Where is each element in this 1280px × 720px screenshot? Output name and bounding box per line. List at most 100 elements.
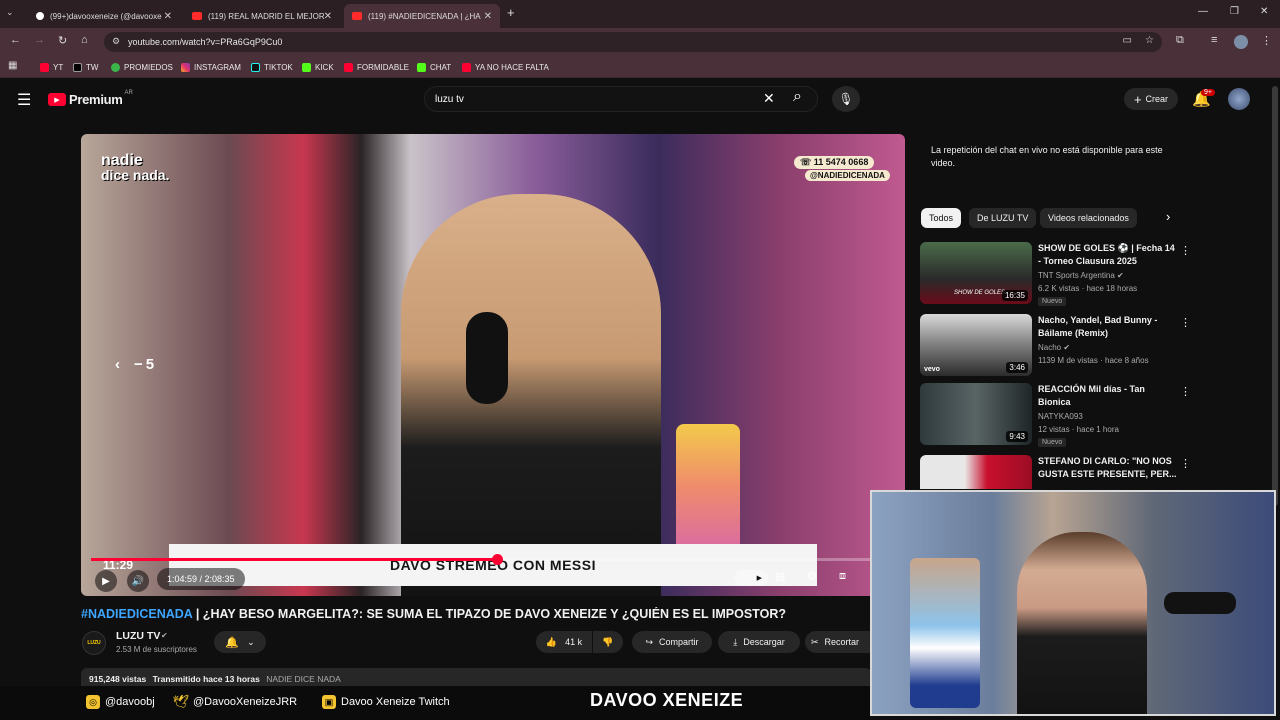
tab-search-icon[interactable]: ⌄ — [6, 7, 14, 18]
install-icon[interactable]: ▭ — [1123, 35, 1132, 46]
browser-tab-3[interactable]: (119) #NADIEDICENADA | ¿HA ✕ — [344, 4, 500, 28]
forward-icon[interactable]: → — [34, 34, 45, 46]
media-icon[interactable]: ≡ — [1211, 34, 1217, 46]
recommendation-item[interactable]: SHOW DE GOLES 16:35 SHOW DE GOLES ⚽ | Fe… — [920, 242, 1191, 306]
video-player[interactable]: nadie dice nada. ☏ 11 5474 0668 @NADIEDI… — [81, 134, 905, 596]
phone-badge: ☏ 11 5474 0668 — [794, 156, 875, 169]
browser-tab-1[interactable]: (99+)davooxeneize (@davooxe ✕ — [28, 4, 180, 28]
search-input[interactable]: luzu tv — [424, 86, 818, 112]
title-hashtag[interactable]: #NADIEDICENADA — [81, 607, 192, 621]
new-tab-button[interactable]: + — [507, 5, 515, 20]
page-scrollbar[interactable] — [1272, 86, 1278, 506]
channel-name[interactable]: LUZU TV — [116, 630, 160, 642]
autoplay-toggle[interactable]: ▶ — [734, 570, 768, 586]
share-button[interactable]: ↪ Compartir — [632, 631, 712, 653]
more-options-icon[interactable]: ⋮ — [1180, 457, 1190, 470]
play-icon[interactable]: ▶ — [95, 570, 117, 592]
menu-kebab-icon[interactable]: ⋮ — [1261, 34, 1272, 47]
streamer-webcam — [870, 490, 1276, 716]
video-title[interactable]: Nacho, Yandel, Bad Bunny - Báilame (Remi… — [1038, 314, 1178, 340]
restore-icon[interactable]: ❐ — [1230, 6, 1239, 17]
more-options-icon[interactable]: ⋮ — [1180, 244, 1191, 257]
chevron-right-icon[interactable]: › — [1166, 209, 1170, 224]
bookmark-kick[interactable]: KICK — [302, 60, 334, 74]
progress-scrubber-handle[interactable] — [492, 554, 504, 565]
settings-gear-icon[interactable]: ⚙ — [807, 569, 818, 583]
progress-track[interactable] — [91, 554, 895, 565]
site-info-icon[interactable]: ⚙ — [112, 36, 120, 47]
chip-from-channel[interactable]: De LUZU TV — [969, 208, 1037, 228]
search-icon[interactable]: ⌕ — [793, 88, 802, 106]
apps-grid-icon[interactable]: ▦ — [8, 60, 17, 71]
kick-icon — [302, 62, 311, 72]
verified-icon: ✔ — [161, 631, 168, 640]
instagram-icon: ◎ — [86, 695, 100, 709]
youtube-icon — [344, 62, 353, 72]
more-options-icon[interactable]: ⋮ — [1180, 385, 1191, 398]
chip-all[interactable]: Todos — [921, 208, 962, 228]
reload-icon[interactable]: ↻ — [58, 34, 67, 47]
recommendation-item[interactable]: vevo 3:46 Nacho, Yandel, Bad Bunny - Bái… — [920, 314, 1191, 378]
channel-avatar[interactable]: LUZU — [82, 631, 106, 655]
download-button[interactable]: ⤓ Descargar — [718, 631, 800, 653]
youtube-icon — [40, 62, 49, 72]
close-tab-icon[interactable]: ✕ — [324, 11, 332, 22]
close-tab-icon[interactable]: ✕ — [164, 11, 172, 22]
bookmark-instagram[interactable]: INSTAGRAM — [181, 60, 241, 74]
miniplayer-icon[interactable]: ⧈ — [839, 570, 846, 583]
bookmark-ya-no-hace-falta[interactable]: YA NO HACE FALTA — [462, 60, 549, 74]
handle-badge: @NADIEDICENADA — [805, 170, 890, 181]
clear-search-icon[interactable]: ✕ — [763, 90, 775, 107]
chip-related[interactable]: Videos relacionados — [1040, 208, 1137, 228]
video-thumbnail[interactable]: 9:43 — [920, 383, 1032, 445]
voice-search-icon[interactable]: 🎙 — [832, 86, 860, 112]
more-options-icon[interactable]: ⋮ — [1180, 316, 1191, 329]
like-button[interactable]: 👍 41 k — [536, 631, 592, 653]
video-title[interactable]: REACCIÓN Mil días - Tan Bionica — [1038, 383, 1178, 409]
youtube-favicon-icon — [352, 12, 362, 20]
chevron-left-icon: ‹ — [115, 356, 120, 373]
bookmark-star-icon[interactable]: ☆ — [1145, 35, 1154, 46]
home-icon[interactable]: ⌂ — [81, 34, 88, 46]
bookmark-tiktok[interactable]: TIKTOK — [251, 60, 293, 74]
create-button[interactable]: + Crear — [1124, 88, 1178, 110]
hamburger-menu-icon[interactable]: ☰ — [17, 90, 31, 110]
bookmark-formidable[interactable]: FORMIDABLE — [344, 60, 409, 74]
subtitles-icon[interactable]: ▤ — [775, 570, 785, 583]
close-window-icon[interactable]: ✕ — [1260, 6, 1268, 17]
clip-button[interactable]: ✂ Recortar — [805, 631, 871, 653]
video-thumbnail[interactable]: vevo 3:46 — [920, 314, 1032, 376]
back-icon[interactable]: ← — [10, 34, 21, 46]
subscribed-bell-button[interactable]: 🔔 ⌄ — [214, 631, 266, 653]
browser-tab-2[interactable]: (119) REAL MADRID EL MEJOR ✕ — [184, 4, 340, 28]
video-title[interactable]: STEFANO DI CARLO: "NO NOS GUSTA ESTE PRE… — [1038, 455, 1178, 481]
video-title[interactable]: SHOW DE GOLES ⚽ | Fecha 14 - Torneo Clau… — [1038, 242, 1178, 268]
brand-line-2: dice nada. — [101, 167, 170, 183]
new-badge: Nuevo — [1038, 438, 1067, 447]
address-bar[interactable]: ⚙ youtube.com/watch?v=PRa6GqP9Cu0 ▭ ☆ — [104, 32, 1162, 52]
video-stats: 12 vistas · hace 1 hora — [1038, 425, 1119, 434]
description-box[interactable]: 915,248 vistas Transmitido hace 13 horas… — [81, 668, 871, 688]
extensions-icon[interactable]: ⧉ — [1176, 34, 1184, 47]
video-duration: 16:35 — [1001, 290, 1028, 301]
recommendation-item[interactable]: STEFANO DI CARLO: "NO NOS GUSTA ESTE PRE… — [920, 455, 1190, 489]
video-thumbnail[interactable]: SHOW DE GOLES 16:35 — [920, 242, 1032, 304]
profile-avatar[interactable] — [1234, 35, 1248, 49]
show-tag[interactable]: NADIE DICE NADA — [266, 674, 341, 684]
bookmark-yt[interactable]: YT — [40, 60, 63, 74]
account-avatar[interactable] — [1228, 88, 1250, 110]
minimize-icon[interactable]: — — [1198, 6, 1208, 17]
youtube-logo[interactable]: ▶ Premium AR — [48, 89, 133, 107]
recommendation-item[interactable]: 9:43 REACCIÓN Mil días - Tan Bionica NAT… — [920, 383, 1191, 447]
volume-icon[interactable]: 🔊 — [127, 570, 149, 592]
dislike-button[interactable]: 👎 — [593, 631, 623, 653]
seek-minus: − — [134, 356, 143, 373]
region-code: AR — [124, 89, 133, 96]
bookmark-chat[interactable]: CHAT — [417, 60, 451, 74]
twitch-handle: ▣ Davoo Xeneize Twitch — [322, 694, 450, 710]
close-tab-icon[interactable]: ✕ — [484, 11, 492, 22]
bookmark-promiedos[interactable]: PROMIEDOS — [111, 60, 173, 74]
video-thumbnail[interactable] — [920, 455, 1032, 489]
bookmark-tw[interactable]: TW — [73, 60, 98, 74]
tab-favicon-icon — [36, 12, 44, 20]
